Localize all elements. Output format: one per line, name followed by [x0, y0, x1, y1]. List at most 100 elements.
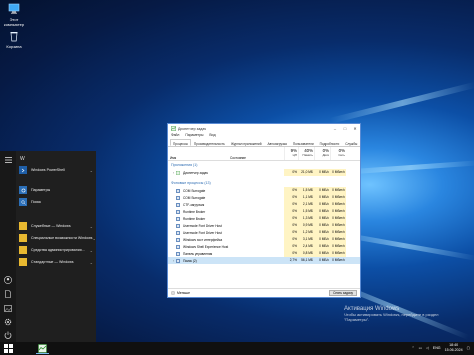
cpu-cell: 0%: [284, 208, 298, 215]
tab-strip: Процессы Производительность Журнал прило…: [168, 139, 360, 147]
expand-menu-icon[interactable]: [3, 155, 13, 165]
chevron-right-icon[interactable]: ›: [173, 259, 174, 263]
taskbar-task-manager-icon[interactable]: [38, 344, 47, 353]
pictures-icon[interactable]: [3, 303, 13, 313]
settings-gear-icon[interactable]: [3, 317, 13, 327]
column-name-group: Имя Состояние: [168, 147, 284, 160]
mem-cell: 2,1 МБ: [298, 201, 314, 208]
chevron-up-icon: [171, 291, 175, 295]
app-item-system-tools[interactable]: Служебные — Windows ⌄: [17, 220, 96, 232]
tab-app-history[interactable]: Журнал приложений: [228, 139, 265, 146]
clock-date: 15.06.2024: [444, 347, 463, 352]
fewer-details-toggle[interactable]: Меньше: [171, 291, 329, 295]
chevron-up-icon[interactable]: ⌃: [412, 346, 415, 350]
table-row[interactable]: › Диспетчер задач 0% 21,0 МБ 0 МБ/с 0 Мби…: [168, 169, 360, 176]
app-item-accessibility[interactable]: Специальные возможности Windows ⌄: [17, 232, 96, 244]
tab-details[interactable]: Подробности: [317, 139, 343, 146]
start-menu: W Windows PowerShell ⌄ Параметры Поиск С…: [0, 151, 96, 342]
table-row[interactable]: CTF-загрузчик 0% 2,1 МБ 0 МБ/с 0 Мбит/с: [168, 201, 360, 208]
mem-caption: Память: [302, 153, 313, 157]
app-item-admin-tools[interactable]: Средства администрирования... ⌄: [17, 244, 96, 256]
active-app-indicator: [36, 353, 49, 354]
process-name-cell: Runtime Broker: [168, 209, 284, 214]
network-icon[interactable]: ▭: [419, 346, 422, 350]
tab-services[interactable]: Службы: [342, 139, 360, 146]
app-label: Стандартные — Windows: [31, 260, 74, 264]
app-item-settings[interactable]: Параметры: [17, 184, 96, 196]
process-icon: [176, 216, 180, 221]
table-row[interactable]: Windows Shell Experience Host 0% 2,4 МБ 0 М…: [168, 243, 360, 250]
app-item-search[interactable]: Поиск: [17, 196, 96, 208]
table-row[interactable]: Usermode Font Driver Host 0% 1,2 МБ 0 МБ/с 0…: [168, 229, 360, 236]
table-row[interactable]: COM Surrogate 0% 1,1 МБ 0 МБ/с 0 Мбит/с: [168, 194, 360, 201]
document-icon[interactable]: [3, 289, 13, 299]
disk-cell: 0 МБ/с: [314, 169, 330, 176]
volume-icon[interactable]: ◁: [426, 346, 429, 350]
table-row[interactable]: Runtime Broker 0% 1,3 МБ 0 МБ/с 0 Мбит/с: [168, 215, 360, 222]
process-icon: [176, 188, 180, 193]
table-row[interactable]: Usermode Font Driver Host 0% 0,9 МБ 0 МБ/с 0…: [168, 222, 360, 229]
net-caption: Сеть: [338, 153, 345, 157]
footer: Меньше Снять задачу: [168, 288, 360, 297]
process-icon: [176, 195, 180, 200]
close-icon[interactable]: ✕: [350, 126, 360, 131]
column-network[interactable]: 0% Сеть: [330, 147, 346, 160]
minimize-icon[interactable]: –: [330, 126, 340, 131]
column-name[interactable]: Имя: [170, 149, 230, 160]
end-task-button[interactable]: Снять задачу: [329, 290, 357, 296]
windows-start-icon[interactable]: [4, 344, 13, 353]
app-label: Средства администрирования...: [31, 248, 85, 252]
net-cell: 0 Мбит/с: [330, 243, 346, 250]
net-cell: 0 Мбит/с: [330, 257, 346, 264]
language-indicator[interactable]: ENG: [433, 346, 441, 350]
app-item-powershell[interactable]: Windows PowerShell ⌄: [17, 164, 96, 176]
chevron-down-icon: ⌄: [89, 259, 93, 265]
cpu-cell: 0%: [284, 229, 298, 236]
cpu-cell: 0%: [284, 194, 298, 201]
cpu-cell: 0%: [284, 169, 298, 176]
group-header-apps[interactable]: Приложения (1): [168, 161, 360, 169]
table-row[interactable]: COM Surrogate 0% 1,5 МБ 0 МБ/с 0 Мбит/с: [168, 187, 360, 194]
process-name-cell: Usermode Font Driver Host: [168, 230, 284, 235]
net-cell: 0 Мбит/с: [330, 208, 346, 215]
desktop-icon-computer[interactable]: Этот компьютер: [2, 3, 26, 27]
wallpaper-beam: [329, 81, 474, 124]
group-header-background[interactable]: Фоновые процессы (13): [168, 179, 360, 187]
process-icon: [176, 258, 181, 263]
app-item-accessories[interactable]: Стандартные — Windows ⌄: [17, 256, 96, 268]
disk-cell: 0 МБ/с: [314, 236, 330, 243]
activation-watermark: Активация Windows Чтобы активировать Win…: [344, 306, 438, 322]
column-disk[interactable]: 0% Диск: [314, 147, 330, 160]
net-cell: 0 Мбит/с: [330, 187, 346, 194]
net-cell: 0 Мбит/с: [330, 169, 346, 176]
disk-cell: 0 МБ/с: [314, 187, 330, 194]
table-row[interactable]: Runtime Broker 0% 1,5 МБ 0 МБ/с 0 Мбит/с: [168, 208, 360, 215]
process-icon: [176, 251, 180, 256]
section-letter[interactable]: W: [17, 155, 96, 164]
cpu-cell: 0%: [284, 250, 298, 257]
user-icon[interactable]: [3, 275, 13, 285]
table-row[interactable]: › Поиск (2) 2,7% 56,1 МБ 0 МБ/с 0 Мбит/с: [168, 257, 360, 264]
table-row[interactable]: Панель управления 0% 0,8 МБ 0 МБ/с 0 Мбит/с: [168, 250, 360, 257]
process-name-cell: COM Surrogate: [168, 195, 284, 200]
disk-cell: 0 МБ/с: [314, 243, 330, 250]
net-cell: 0 Мбит/с: [330, 201, 346, 208]
tab-processes[interactable]: Процессы: [170, 139, 191, 146]
mem-cell: 1,2 МБ: [298, 229, 314, 236]
notification-icon[interactable]: ▢: [467, 346, 470, 350]
search-icon: [19, 198, 27, 206]
tab-startup[interactable]: Автозагрузка: [264, 139, 289, 146]
clock[interactable]: 18:40 15.06.2024: [445, 343, 463, 352]
table-row[interactable]: Windows хост интерфейса 0% 3,1 МБ 0 МБ/с 0 М…: [168, 236, 360, 243]
tab-users[interactable]: Пользователи: [290, 139, 317, 146]
process-name-cell: Windows хост интерфейса: [168, 237, 284, 242]
column-cpu[interactable]: 9% ЦП: [284, 147, 298, 160]
desktop-icon-recycle-bin[interactable]: Корзина: [2, 30, 26, 49]
column-memory[interactable]: 40% Память: [298, 147, 314, 160]
column-status[interactable]: Состояние: [230, 149, 246, 160]
power-icon[interactable]: [3, 330, 13, 340]
net-cell: 0 Мбит/с: [330, 215, 346, 222]
tab-performance[interactable]: Производительность: [191, 139, 228, 146]
maximize-icon[interactable]: □: [340, 126, 350, 131]
title-bar[interactable]: Диспетчер задач – □ ✕: [168, 124, 360, 133]
